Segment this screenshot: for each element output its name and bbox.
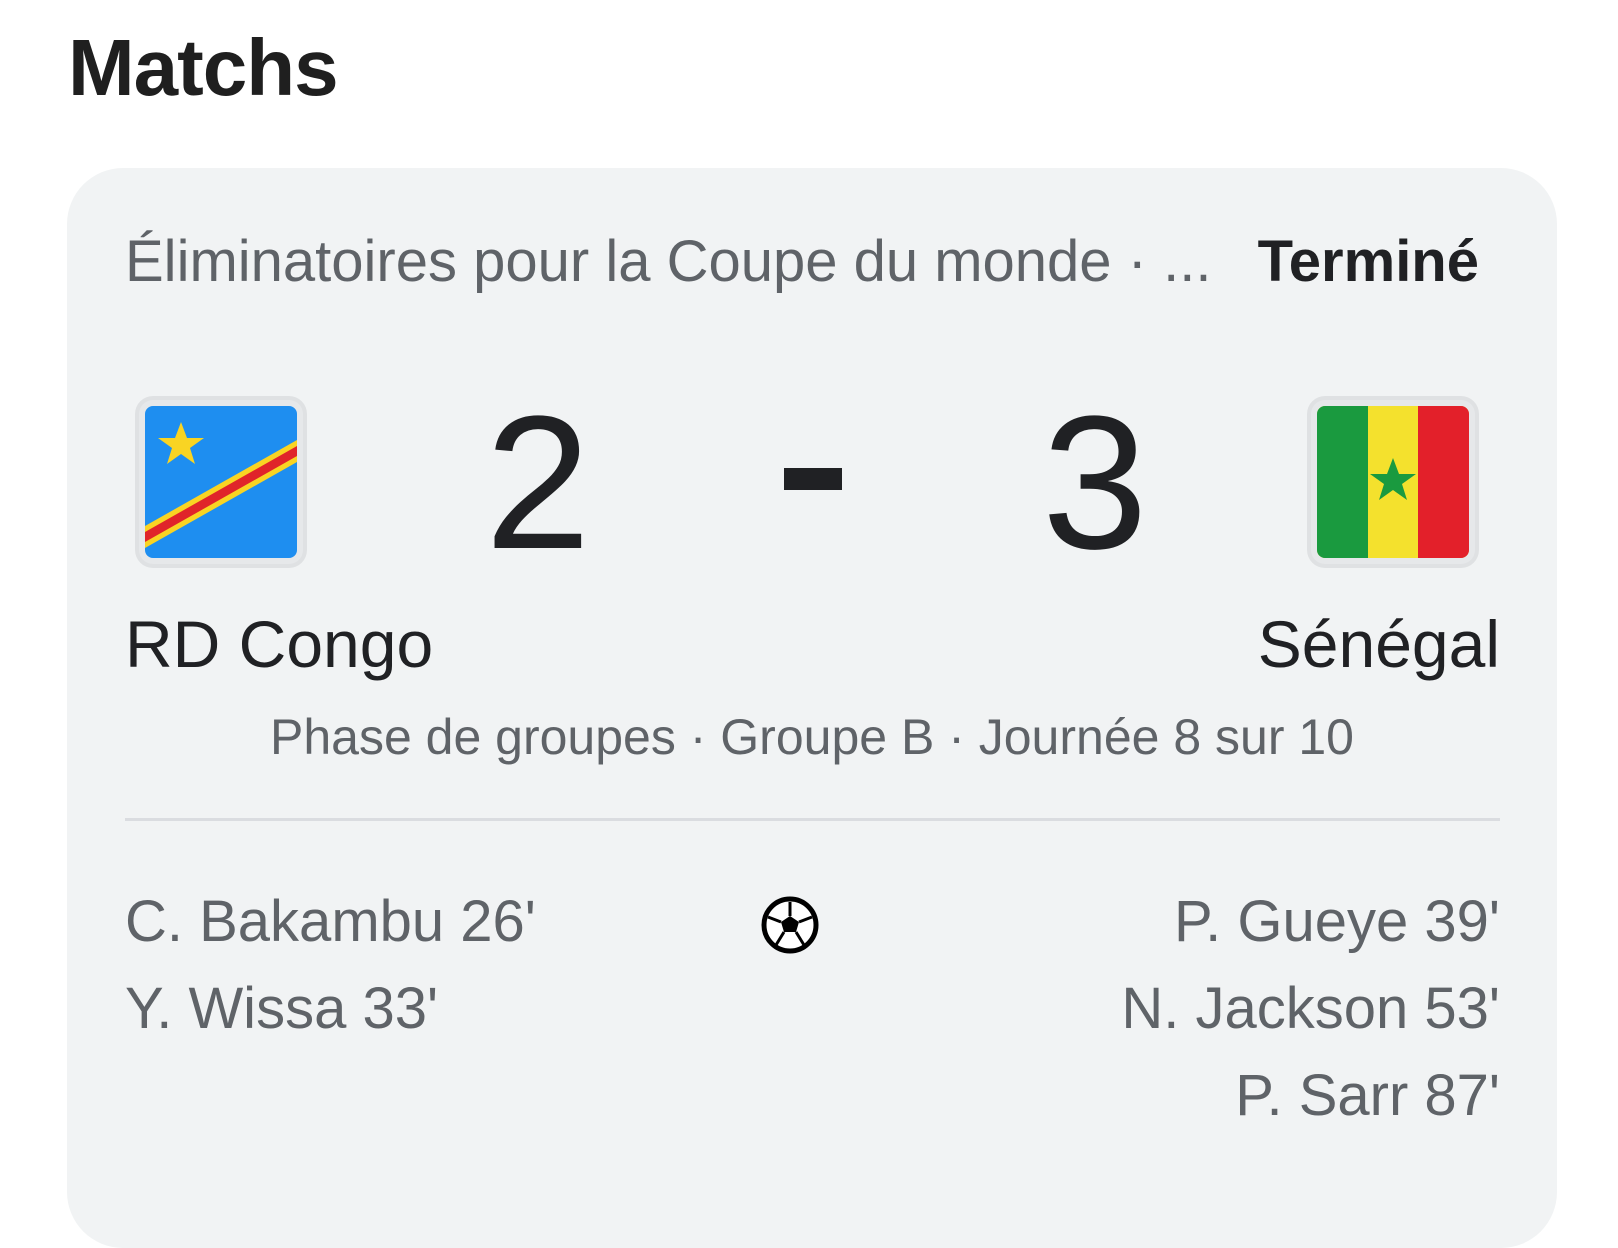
dr-congo-flag-icon (139, 400, 303, 564)
away-score: 3 (1042, 377, 1148, 589)
away-scorers: P. Gueye 39' N. Jackson 53' P. Sarr 87' (1121, 878, 1500, 1139)
away-team-name[interactable]: Sénégal (1258, 606, 1500, 682)
match-card[interactable]: Éliminatoires pour la Coupe du monde · .… (67, 168, 1557, 1248)
home-team-name[interactable]: RD Congo (125, 606, 433, 682)
match-stage: Phase de groupes · Groupe B · Journée 8 … (270, 709, 1354, 765)
away-scorer: P. Gueye 39' (1173, 889, 1500, 954)
senegal-flag-icon (1311, 400, 1475, 564)
page-title: Matchs (68, 23, 339, 112)
score-separator (784, 468, 842, 490)
home-score: 2 (485, 377, 591, 589)
divider (125, 818, 1500, 821)
home-scorer: C. Bakambu 26' (125, 889, 536, 954)
match-status: Terminé (1257, 229, 1479, 294)
away-scorer: P. Sarr 87' (1235, 1063, 1500, 1128)
home-scorers: C. Bakambu 26' Y. Wissa 33' (125, 878, 536, 1052)
home-scorer: Y. Wissa 33' (125, 976, 439, 1041)
competition-label: Éliminatoires pour la Coupe du monde · .… (125, 229, 1212, 294)
away-scorer: N. Jackson 53' (1121, 976, 1500, 1041)
soccer-ball-icon (760, 895, 820, 955)
